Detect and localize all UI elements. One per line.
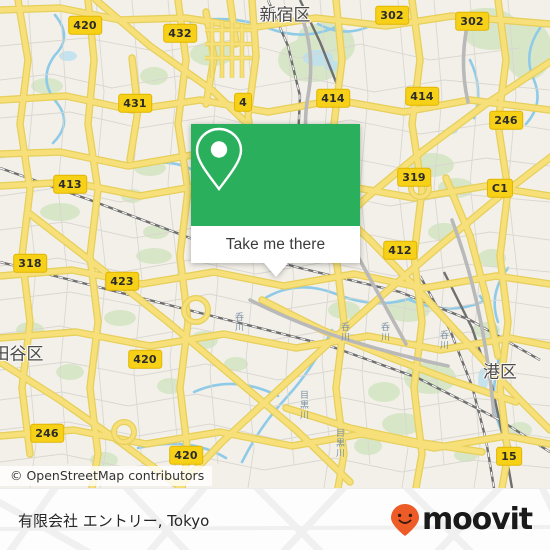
road-shield: 414 (405, 86, 439, 106)
road-shield: 420 (169, 445, 203, 465)
callout-pointer (263, 263, 288, 277)
river-label: 呑川 (233, 312, 243, 332)
road-shield: 246 (30, 423, 64, 443)
callout-image (191, 124, 360, 226)
moovit-logo[interactable]: moovit (390, 489, 533, 550)
road-shield: 420 (128, 349, 162, 369)
moovit-wordmark: moovit (421, 502, 533, 537)
road-shield: 423 (105, 271, 139, 291)
map-canvas[interactable]: 新宿区 田谷区 港区 呑川 呑川 呑川 呑川 目黒川 目黒川 420 432 3… (0, 0, 550, 488)
footer-bar: 有限会社 エントリー, Tokyo moovit (0, 488, 550, 550)
river-label: 呑川 (339, 322, 349, 342)
road-shield: 246 (489, 110, 523, 130)
district-label: 新宿区 (259, 5, 311, 26)
map-pin-icon (195, 127, 243, 192)
river-label: 目黒川 (334, 428, 344, 458)
moovit-pin-icon (390, 504, 419, 536)
map-attribution[interactable]: © OpenStreetMap contributors (0, 466, 213, 486)
river-label: 呑川 (379, 322, 389, 342)
road-shield: 432 (163, 23, 197, 43)
road-shield: 319 (397, 167, 431, 187)
callout-label: Take me there (191, 226, 360, 263)
road-shield: 15 (496, 446, 522, 466)
road-shield: 4 (234, 92, 252, 112)
road-shield: 413 (53, 174, 87, 194)
district-label: 田谷区 (0, 344, 44, 365)
road-shield: 420 (68, 15, 102, 35)
river-label: 呑川 (438, 330, 448, 350)
road-shield: 412 (383, 240, 417, 260)
take-me-there-callout[interactable]: Take me there (191, 124, 360, 277)
moovit-station-page: 新宿区 田谷区 港区 呑川 呑川 呑川 呑川 目黒川 目黒川 420 432 3… (0, 0, 550, 550)
river-label: 目黒川 (298, 390, 308, 420)
road-shield: C1 (486, 178, 514, 198)
place-title: 有限会社 エントリー, Tokyo (18, 511, 210, 530)
road-shield: 318 (13, 253, 47, 273)
district-label: 港区 (483, 362, 517, 383)
road-shield: 431 (118, 93, 152, 113)
road-shield: 414 (316, 88, 350, 108)
road-shield: 302 (375, 5, 409, 25)
road-shield: 302 (455, 11, 489, 31)
